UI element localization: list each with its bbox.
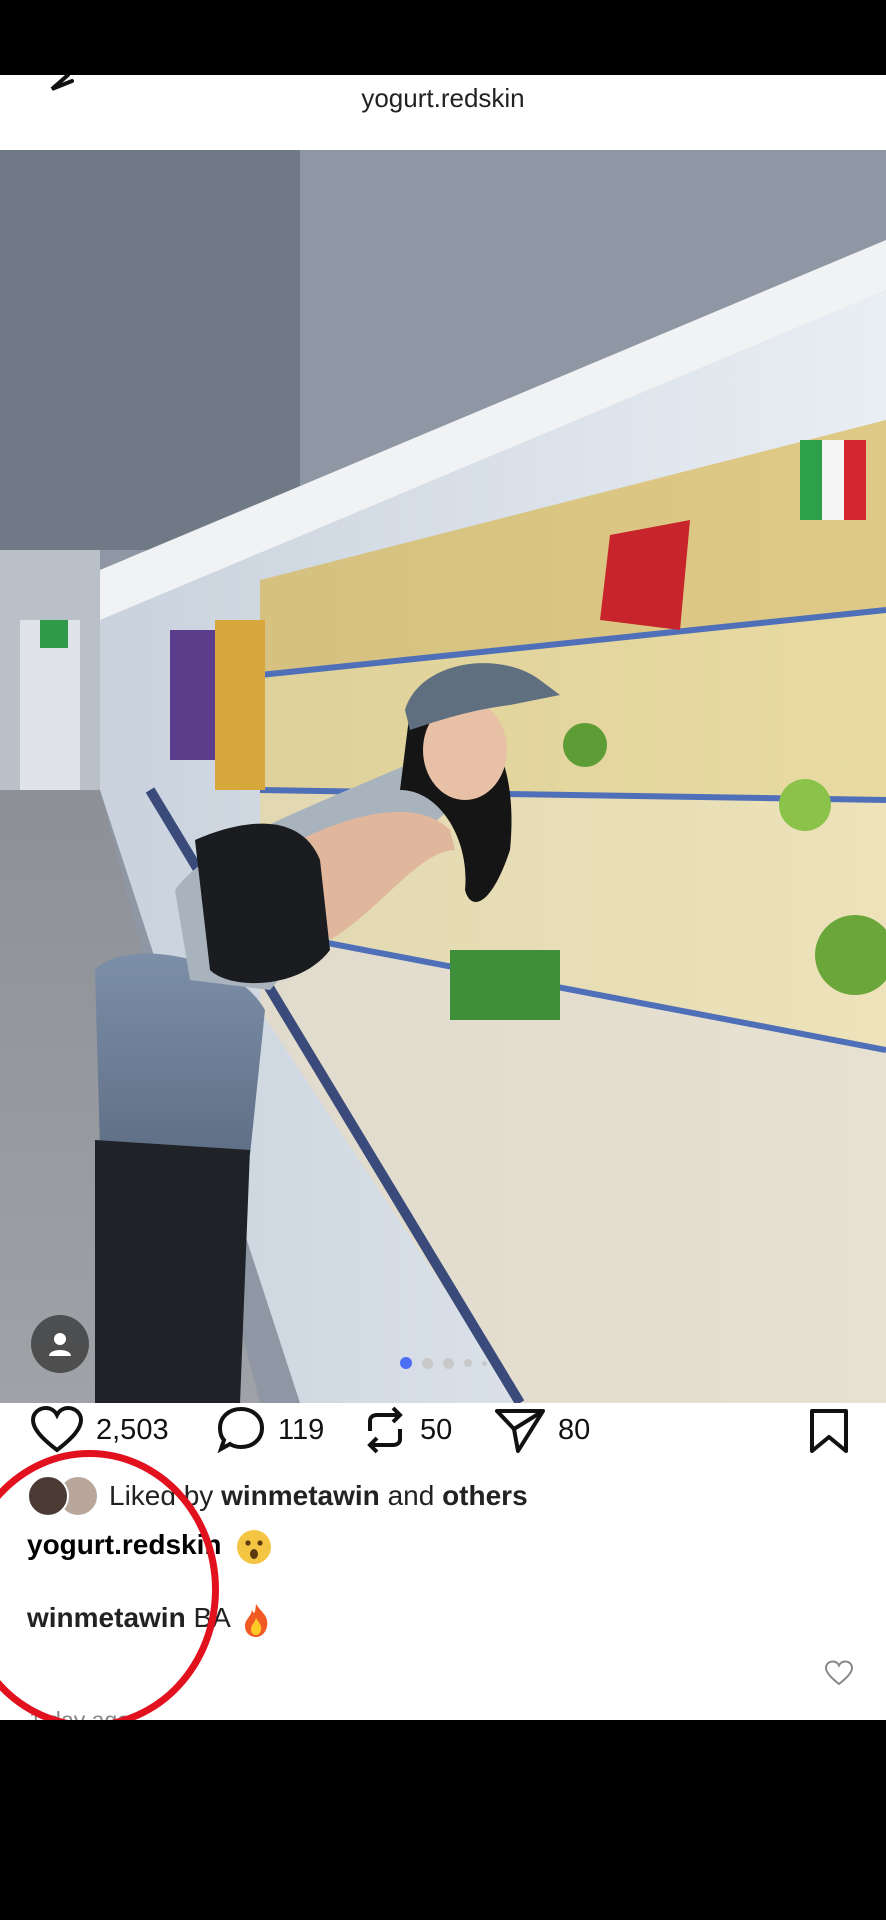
repost-button[interactable]: 50	[362, 1400, 452, 1460]
share-button[interactable]: 80	[494, 1400, 590, 1460]
comment-row: winmetawin BA	[27, 1598, 827, 1638]
post-caption: yogurt.redskin	[27, 1525, 272, 1565]
navigation-bar-area	[0, 1720, 886, 1920]
like-count: 2,503	[96, 1413, 169, 1446]
carousel-dot	[421, 1357, 433, 1369]
liked-by[interactable]: Liked by winmetawin and others	[27, 1475, 528, 1517]
share-count: 80	[558, 1413, 591, 1446]
repost-count: 50	[420, 1413, 453, 1446]
bookmark-button[interactable]	[808, 1408, 850, 1459]
astonished-face-emoji-icon	[237, 1529, 272, 1564]
avatar	[27, 1475, 69, 1517]
carousel-dot	[481, 1360, 487, 1366]
comment-button[interactable]: 119	[216, 1400, 324, 1460]
page-title: yogurt.redskin	[361, 83, 525, 113]
post-photo[interactable]	[0, 150, 886, 1403]
comment-text: BA	[193, 1602, 230, 1633]
send-icon	[495, 1409, 545, 1453]
header: yogurt.redskin	[0, 73, 886, 150]
comment-icon	[217, 1406, 265, 1454]
like-button[interactable]: 2,503	[30, 1400, 169, 1460]
comment-like-button[interactable]	[824, 1660, 854, 1691]
liked-by-text: Liked by winmetawin and others	[109, 1480, 528, 1512]
post-screen: yogurt.redskin 2,503 119 50 80 Liked by …	[0, 73, 886, 1733]
carousel-dot	[463, 1359, 472, 1367]
carousel-dot	[399, 1357, 412, 1369]
status-bar-area	[0, 0, 886, 75]
heart-icon	[824, 1660, 854, 1686]
bookmark-icon	[810, 1409, 848, 1453]
fire-emoji-icon	[241, 1602, 271, 1638]
heart-icon	[30, 1406, 84, 1453]
comment-count: 119	[278, 1413, 325, 1446]
carousel-indicator	[0, 1353, 886, 1373]
liked-by-others[interactable]: others	[442, 1480, 528, 1511]
action-bar: 2,503 119 50 80	[0, 1400, 886, 1460]
liked-by-joiner: and	[387, 1480, 435, 1511]
repost-icon	[367, 1406, 403, 1454]
liked-by-user[interactable]: winmetawin	[221, 1480, 380, 1511]
liked-by-prefix: Liked by	[109, 1480, 214, 1511]
post-owner-username[interactable]: yogurt.redskin	[27, 1529, 221, 1560]
comment-username[interactable]: winmetawin	[27, 1602, 186, 1633]
carousel-dot	[442, 1357, 454, 1369]
